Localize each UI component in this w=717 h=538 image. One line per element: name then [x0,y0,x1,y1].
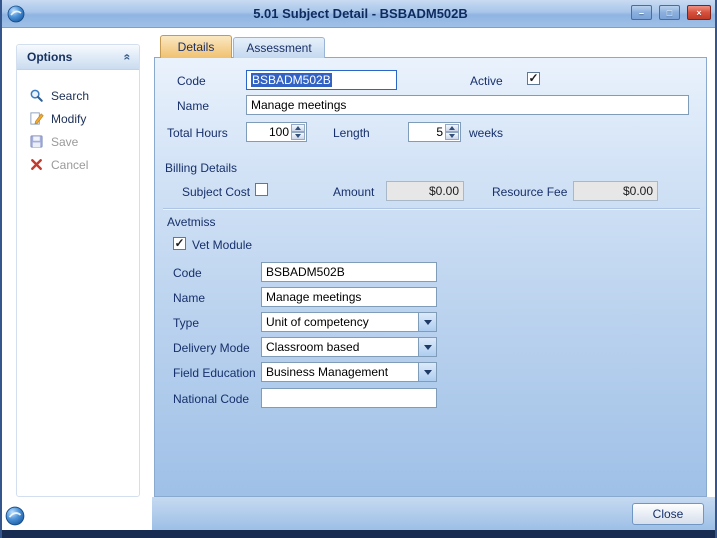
resource-fee-value: $0.00 [623,184,653,198]
amount-input: $0.00 [386,181,464,201]
tab-assessment[interactable]: Assessment [233,37,325,58]
check-icon: ✓ [174,238,184,248]
type-dropdown[interactable]: Unit of competency [261,312,437,332]
length-label: Length [333,126,370,140]
save-icon [29,134,44,149]
field-education-dropdown-value: Business Management [266,365,388,379]
avetmiss-name-input[interactable]: Manage meetings [261,287,437,307]
amount-label: Amount [333,185,374,199]
amount-value: $0.00 [429,184,459,198]
length-spin-buttons [445,124,459,140]
chevron-down-icon[interactable] [418,338,436,356]
resource-fee-input: $0.00 [573,181,658,201]
modify-icon [29,111,44,126]
resource-fee-label: Resource Fee [492,185,567,199]
sidebar-item-label: Save [51,135,78,149]
spin-down-icon[interactable] [291,132,305,140]
maximize-button[interactable]: □ [659,5,680,20]
check-icon: ✓ [528,73,538,83]
title-bar[interactable]: 5.01 Subject Detail - BSBADM502B – □ × [2,0,717,28]
avetmiss-name-text: Manage meetings [266,290,361,304]
avetmiss-code-label: Code [173,266,202,280]
options-list: Search Modify [17,70,139,176]
vet-module-checkbox[interactable]: ✓ [173,237,186,250]
cancel-icon [29,157,44,172]
chevron-down-icon[interactable] [418,313,436,331]
spin-up-icon[interactable] [291,124,305,132]
type-dropdown-value: Unit of competency [266,315,369,329]
section-divider [163,208,700,210]
sidebar-item-save[interactable]: Save [17,130,139,153]
billing-details-header: Billing Details [165,161,237,175]
subject-cost-label: Subject Cost [182,185,250,199]
options-panel-header[interactable]: Options « [17,45,139,70]
sidebar-item-label: Modify [51,112,86,126]
name-label: Name [177,99,209,113]
app-icon [5,506,23,524]
name-input[interactable]: Manage meetings [246,95,689,115]
delivery-mode-dropdown-value: Classroom based [266,340,359,354]
sidebar-item-modify[interactable]: Modify [17,107,139,130]
code-input[interactable]: BSBADM502B [246,70,397,90]
vet-module-label: Vet Module [192,238,252,252]
spin-up-icon[interactable] [445,124,459,132]
subject-cost-checkbox[interactable] [255,183,268,196]
tab-details[interactable]: Details [160,35,232,58]
close-button[interactable]: Close [632,503,704,525]
name-input-text: Manage meetings [251,98,346,112]
minimize-button[interactable]: – [631,5,652,20]
search-icon [29,88,44,103]
subject-detail-window: 5.01 Subject Detail - BSBADM502B – □ × O… [0,0,717,538]
delivery-mode-dropdown[interactable]: Classroom based [261,337,437,357]
sidebar-item-label: Cancel [51,158,88,172]
avetmiss-header: Avetmiss [167,215,215,229]
caption-buttons: – □ × [631,5,711,20]
field-education-label: Field Education [173,366,256,380]
chevron-down-icon[interactable] [418,363,436,381]
code-label: Code [177,74,206,88]
active-checkbox[interactable]: ✓ [527,72,540,85]
total-hours-value: 100 [269,125,289,139]
collapse-chevron-icon[interactable]: « [121,54,135,61]
length-value: 5 [436,125,443,139]
sidebar-item-label: Search [51,89,89,103]
close-window-button[interactable]: × [687,5,711,20]
options-panel: Options « Search [16,44,140,497]
total-hours-spin-buttons [291,124,305,140]
code-input-selected-text: BSBADM502B [251,73,332,87]
window-title: 5.01 Subject Detail - BSBADM502B [2,0,717,28]
total-hours-stepper[interactable]: 100 [246,122,307,142]
active-label: Active [470,74,503,88]
sidebar-item-cancel[interactable]: Cancel [17,153,139,176]
weeks-label: weeks [469,126,503,140]
length-stepper[interactable]: 5 [408,122,461,142]
options-panel-title: Options [27,50,72,64]
spin-down-icon[interactable] [445,132,459,140]
avetmiss-code-input[interactable]: BSBADM502B [261,262,437,282]
type-label: Type [173,316,199,330]
delivery-mode-label: Delivery Mode [173,341,250,355]
field-education-dropdown[interactable]: Business Management [261,362,437,382]
avetmiss-name-label: Name [173,291,205,305]
avetmiss-code-text: BSBADM502B [266,265,345,279]
total-hours-label: Total Hours [167,126,228,140]
window-bottom-border [2,530,717,538]
national-code-input[interactable] [261,388,437,408]
national-code-label: National Code [173,392,249,406]
sidebar-item-search[interactable]: Search [17,84,139,107]
details-tab-panel: Code BSBADM502B Active ✓ Name Manage mee… [154,57,707,497]
